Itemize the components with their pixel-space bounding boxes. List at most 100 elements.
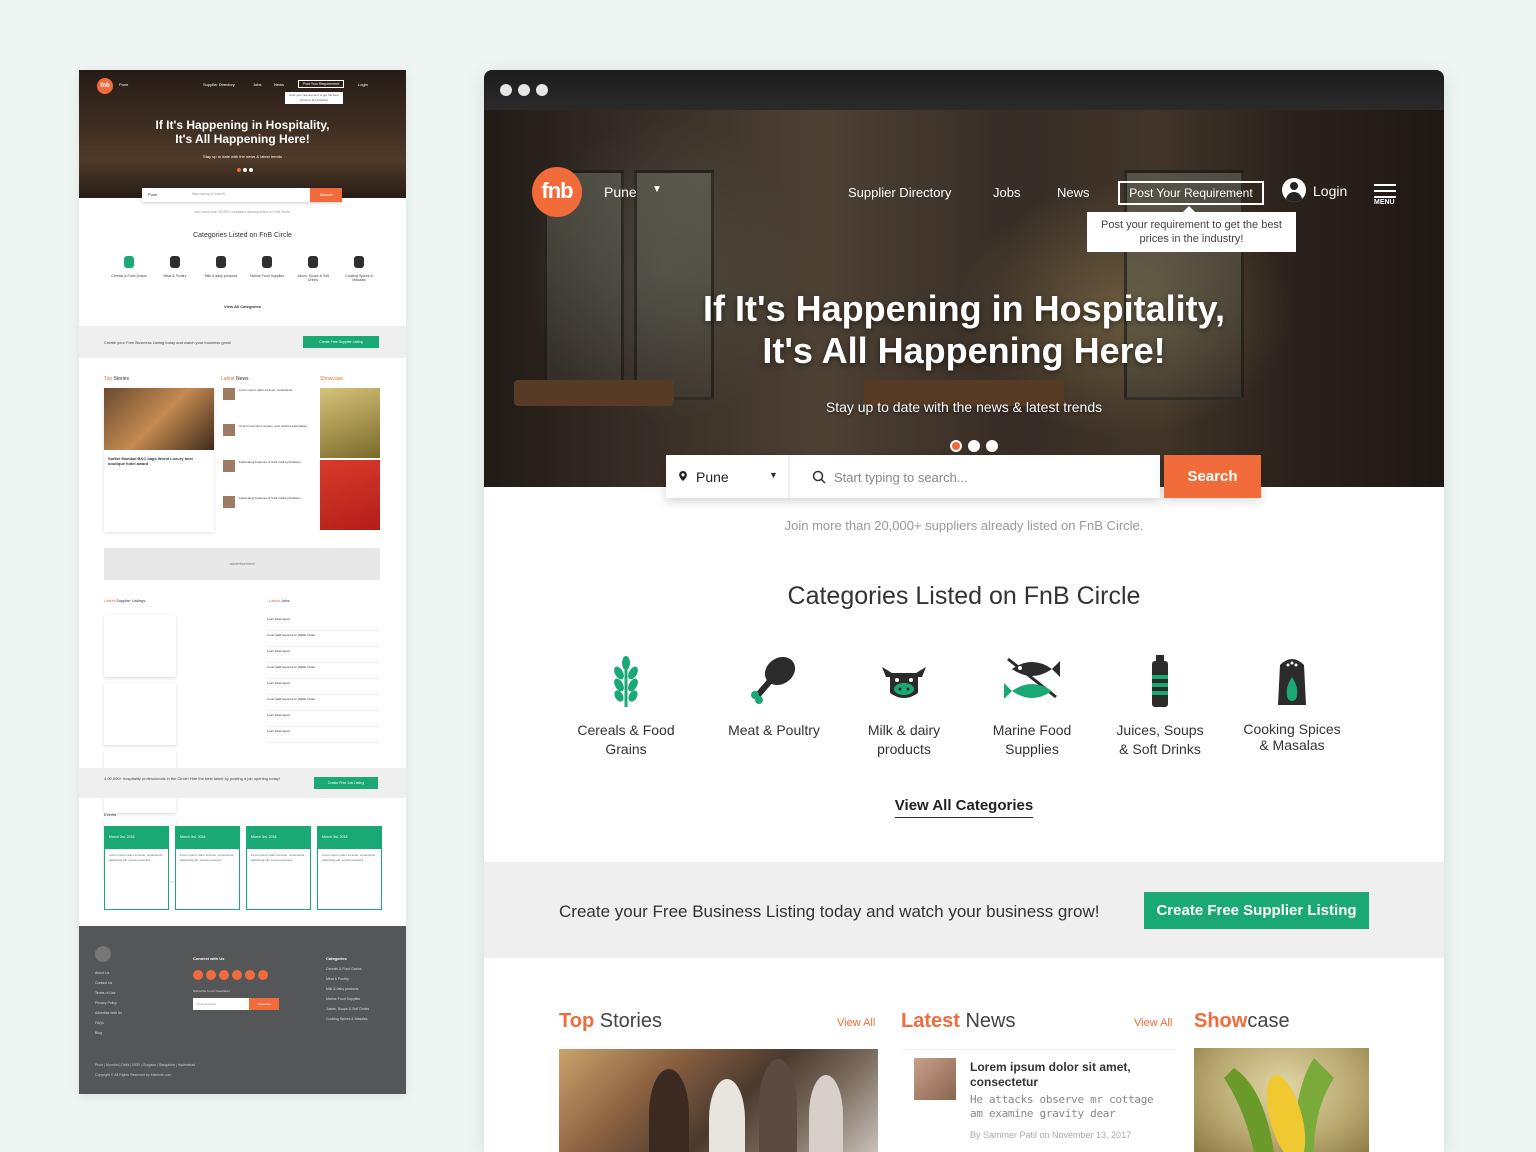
mini-jobs-cta-button[interactable]: Create Free Job Listing <box>314 777 378 789</box>
mini-nav-news[interactable]: News <box>274 82 284 87</box>
list-item[interactable]: Ut enim ad minim veniam, quis nostrud ex… <box>223 424 313 460</box>
fish-icon <box>262 256 272 268</box>
mini-jobs-cta-text: 4,00,000+ hospitality professionals in t… <box>104 776 280 781</box>
search-button[interactable]: Search <box>1164 455 1261 498</box>
category-spices[interactable]: Cooking Spices & Masalas <box>1222 653 1362 753</box>
mini-cta-button[interactable]: Create Free Supplier Listing <box>303 336 379 348</box>
mini-category[interactable]: Cooking Spices & Masalas <box>339 256 379 282</box>
email-icon[interactable] <box>245 970 255 980</box>
mini-showcase-heading: Showcase <box>320 376 344 382</box>
mini-advertisement[interactable]: advertisement <box>104 548 380 580</box>
window-maximize-dot[interactable] <box>536 84 548 96</box>
cow-icon <box>874 653 934 709</box>
slider-dot-2[interactable] <box>968 440 980 452</box>
login-link[interactable]: Login <box>1313 183 1347 199</box>
list-item[interactable]: Cook Staff required for Waffle Outlet <box>267 695 379 711</box>
mini-event-card[interactable]: March 3rd, 2018 Lorem ipsum dolor sit ame… <box>104 826 169 910</box>
cta-text: Create your Free Business Listing today … <box>559 902 1100 921</box>
caret-down-icon[interactable]: ▼ <box>652 184 662 195</box>
mini-event-card[interactable]: March 3rd, 2018 Lorem ipsum dolor sit ame… <box>317 826 382 910</box>
mini-supplier-card[interactable] <box>104 683 176 745</box>
mini-logo[interactable]: fnb <box>97 78 113 94</box>
mini-latest-supplier-heading: Latest Supplier Listings <box>104 598 146 603</box>
category-juices[interactable]: Juices, Soups & Soft Drinks <box>1090 653 1230 759</box>
mini-slider-dots[interactable] <box>237 168 253 172</box>
list-item[interactable]: Lorem ipsum dolor sit amet, consectetur <box>223 388 313 424</box>
mini-login[interactable]: Login <box>358 82 368 87</box>
mini-event-card[interactable]: March 3rd, 2018 Lorem ipsum dolor sit ame… <box>246 826 311 910</box>
city-selector[interactable]: Pune <box>604 184 637 200</box>
top-stories-view-all[interactable]: View All <box>837 1017 875 1029</box>
slider-dot-1[interactable] <box>950 440 962 452</box>
list-item[interactable]: Front Desk Agent <box>267 615 379 631</box>
mini-supplier-card[interactable] <box>104 615 176 677</box>
mini-search-input[interactable]: Start typing to search... <box>192 192 228 196</box>
search-input[interactable] <box>834 467 1134 487</box>
nav-supplier-directory[interactable]: Supplier Directory <box>848 185 951 200</box>
news-list-item[interactable]: Lorem ipsum dolor sit amet, consectetur … <box>902 1049 1174 1140</box>
slider-dot-3[interactable] <box>986 440 998 452</box>
facebook-icon[interactable] <box>193 970 203 980</box>
mini-footer-logo[interactable] <box>95 946 111 962</box>
mini-category[interactable]: Meat & Poultry <box>155 256 195 282</box>
mini-post-requirement-button[interactable]: Post Your Requirement <box>298 80 344 88</box>
nav-news[interactable]: News <box>1057 185 1090 200</box>
mini-email-field[interactable]: Email Address <box>197 998 216 1010</box>
mini-category[interactable]: Milk & dairy products <box>201 256 241 282</box>
window-minimize-dot[interactable] <box>518 84 530 96</box>
mini-category[interactable]: Juices, Soups & Soft Drinks <box>293 256 333 282</box>
mini-subscribe-button[interactable]: Subscribe <box>249 998 279 1010</box>
category-milk-dairy[interactable]: Milk & dairy products <box>834 653 974 759</box>
mini-hero-title-line1: If It's Happening in Hospitality, <box>155 118 330 132</box>
menu-label[interactable]: MENU <box>1374 199 1395 206</box>
mini-newsletter-form[interactable]: Email Address Subscribe <box>193 998 279 1010</box>
mini-nav-supplier-directory[interactable]: Supplier Directory <box>203 82 235 87</box>
mini-footer-categories: Categories Cereals & Food Grains Meat & … <box>326 956 370 1021</box>
mini-event-card[interactable]: March 3rd, 2018 Lorem ipsum dolor sit ame… <box>175 826 240 910</box>
latest-news-view-all[interactable]: View All <box>1134 1017 1172 1029</box>
mini-newsletter-label: Subscribe to our Newsletter <box>193 989 230 993</box>
youtube-icon[interactable] <box>232 970 242 980</box>
mini-showcase[interactable] <box>320 388 380 530</box>
news-meta: By Sammer Patil on November 13, 2017 <box>970 1130 1132 1140</box>
phone-icon[interactable] <box>258 970 268 980</box>
mini-view-all-categories[interactable]: View All Categories <box>79 304 406 309</box>
category-meat[interactable]: Meat & Poultry <box>704 653 844 740</box>
fnb-logo[interactable]: fnb <box>532 167 582 217</box>
mini-story-card[interactable]: Sofitel Mumbai BKC bags World Luxury bes… <box>104 388 214 532</box>
showcase-image[interactable] <box>1194 1048 1369 1152</box>
view-all-categories-link[interactable]: View All Categories <box>484 797 1444 818</box>
mini-jobs-cta-band: 4,00,000+ hospitality professionals in t… <box>79 768 406 798</box>
list-item[interactable]: Fascinating Features of Café Ceiling Sol… <box>223 496 313 532</box>
mini-search-button[interactable]: Search <box>310 188 342 202</box>
top-story-image[interactable] <box>559 1049 878 1152</box>
bottle-icon <box>308 256 318 268</box>
list-item[interactable]: Front Desk Agent <box>267 727 379 743</box>
list-item[interactable]: Front Desk Agent <box>267 647 379 663</box>
mini-category[interactable]: Cereals & Food Grains <box>109 256 149 282</box>
twitter-icon[interactable] <box>206 970 216 980</box>
mini-tooltip: Post your requirement to get the best pr… <box>285 92 343 104</box>
category-marine-food[interactable]: Marine Food Supplies <box>962 653 1102 759</box>
mini-nav-jobs[interactable]: Jobs <box>253 82 261 87</box>
list-item[interactable]: Fascinating Features of Café Ceiling Sol… <box>223 460 313 496</box>
search-city-dropdown[interactable]: Pune ▼ <box>666 455 790 498</box>
google-plus-icon[interactable] <box>219 970 229 980</box>
user-avatar-icon[interactable] <box>1282 178 1306 202</box>
post-requirement-tooltip: Post your requirement to get the best pr… <box>1087 206 1296 252</box>
nav-jobs[interactable]: Jobs <box>993 185 1020 200</box>
mini-category[interactable]: Marine Food Supplies <box>247 256 287 282</box>
list-item[interactable]: Front Desk Agent <box>267 711 379 727</box>
create-supplier-listing-button[interactable]: Create Free Supplier Listing <box>1144 892 1369 929</box>
mini-footer-connect-heading: Connect with Us <box>193 956 225 961</box>
window-close-dot[interactable] <box>500 84 512 96</box>
list-item[interactable]: Cook Staff required for Waffle Outlet <box>267 631 379 647</box>
list-item[interactable]: Cook Staff required for Waffle Outlet <box>267 663 379 679</box>
mini-search-bar[interactable]: Pune Start typing to search... Search <box>142 188 342 202</box>
mini-city[interactable]: Pune <box>119 82 128 87</box>
post-requirement-button[interactable]: Post Your Requirement <box>1118 181 1264 205</box>
bottle-icon <box>1130 653 1190 709</box>
mini-search-city[interactable]: Pune <box>148 192 157 197</box>
category-cereals[interactable]: Cereals & Food Grains <box>556 653 696 759</box>
list-item[interactable]: Front Desk Agent <box>267 679 379 695</box>
